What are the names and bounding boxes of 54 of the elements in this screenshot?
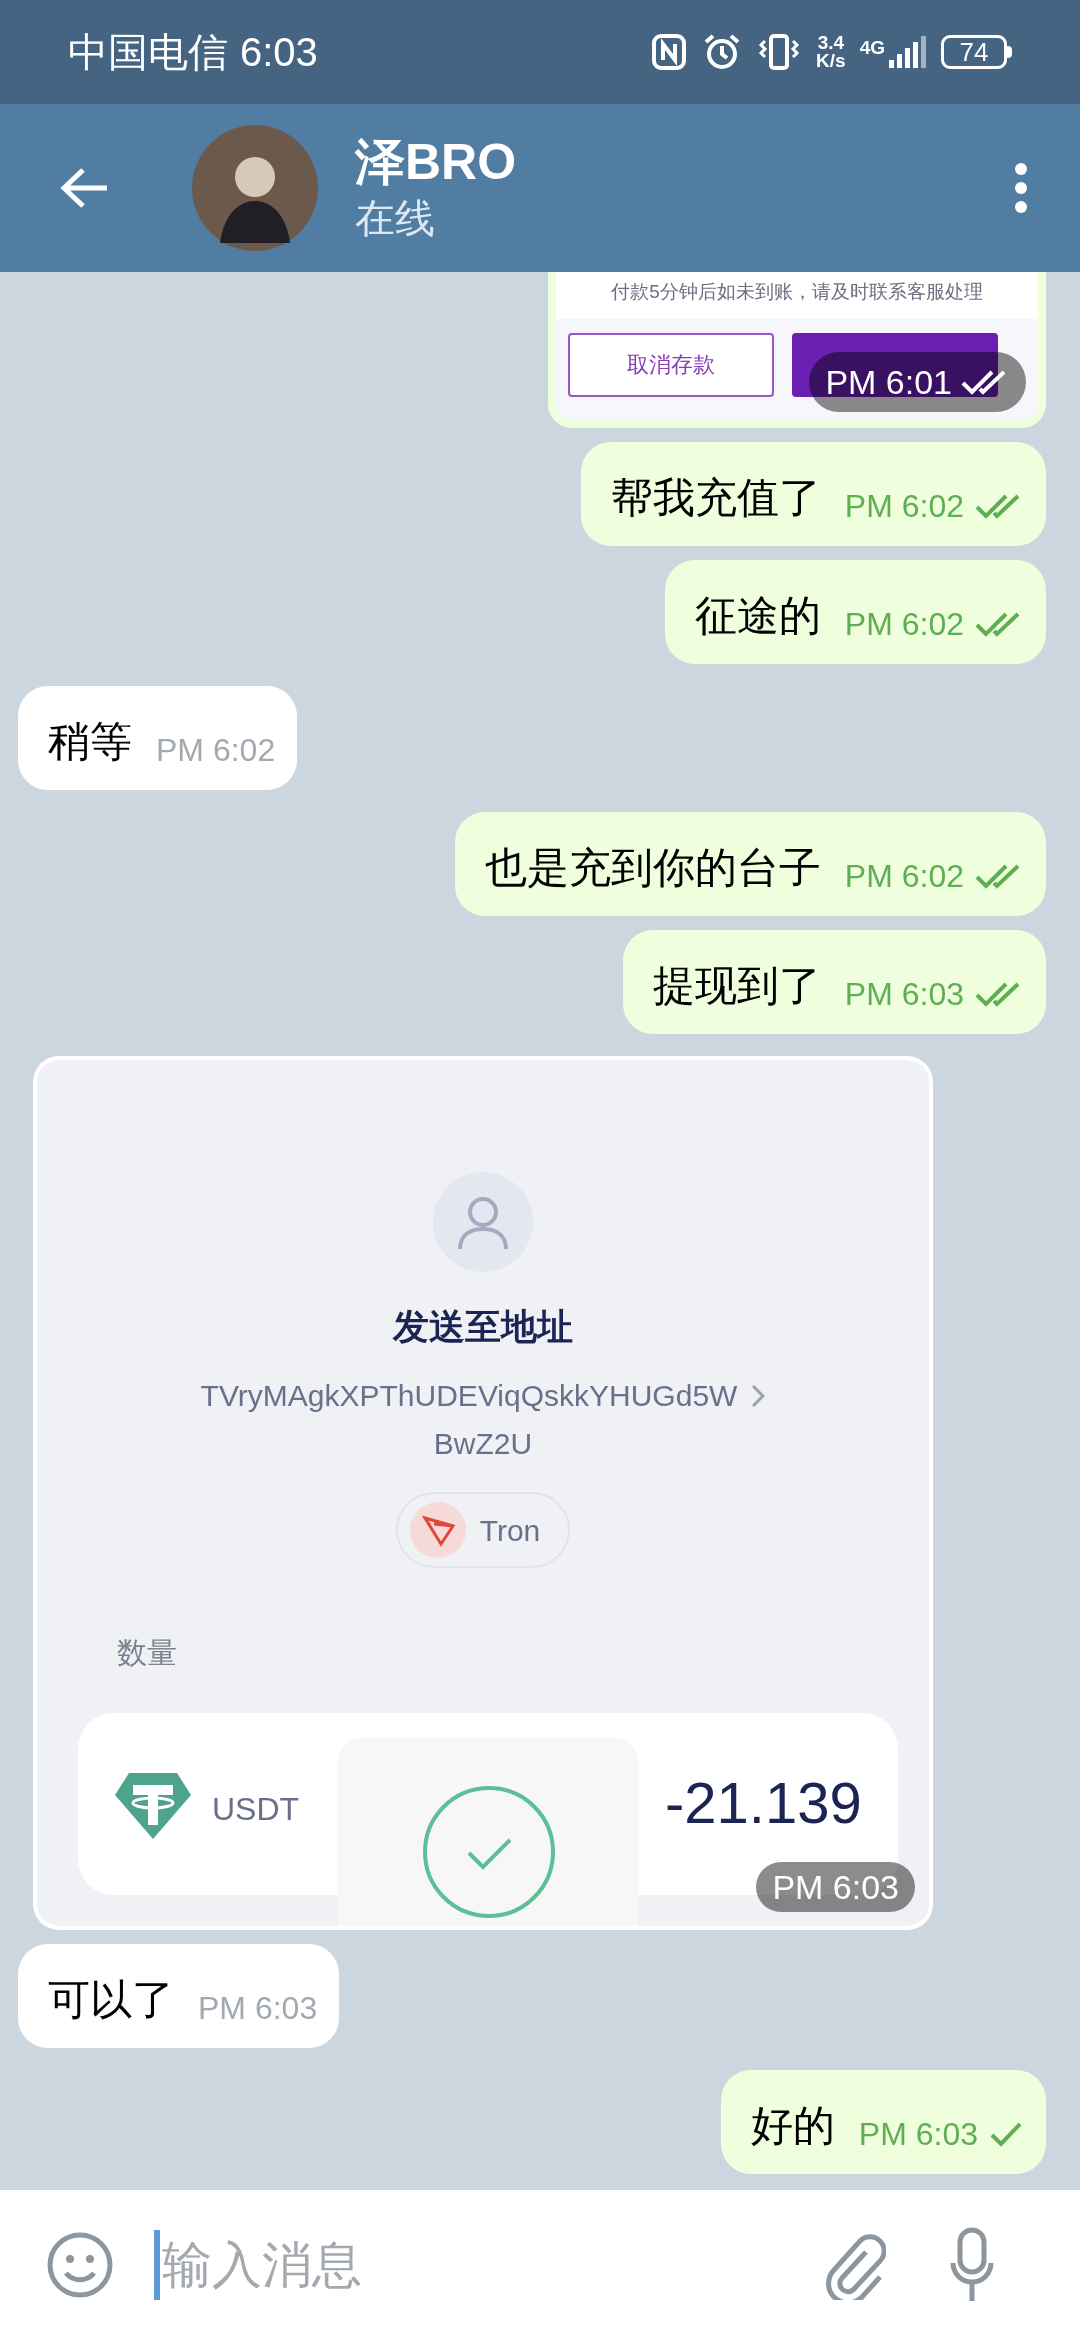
signal-icon xyxy=(887,34,927,70)
chevron-right-icon xyxy=(751,1384,766,1408)
wallet-address: TVryMAgkXPThUDEViqQskkYHUGd5W xyxy=(200,1378,738,1414)
message-time: PM 6:02 xyxy=(844,857,964,896)
message-time: PM 6:03 xyxy=(844,975,964,1014)
dialog-heading: 发送至地址 xyxy=(393,1305,573,1349)
message-time: PM 6:02 xyxy=(844,605,964,644)
message-text: 也是充到你的台子 xyxy=(484,843,821,893)
message-bubble[interactable]: 帮我充值了 PM 6:02 xyxy=(580,442,1046,546)
notice-text: 付款5分钟后如未到账，请及时联系客服处理 xyxy=(610,280,984,304)
microphone-icon[interactable] xyxy=(950,2227,994,2303)
message-bubble[interactable]: 好的 PM 6:03 xyxy=(720,2070,1046,2174)
battery-level: 74 xyxy=(959,39,989,65)
message-text: 帮我充值了 xyxy=(610,473,821,523)
tron-icon xyxy=(409,1502,466,1558)
more-icon[interactable] xyxy=(1014,162,1028,214)
message-time: PM 6:03 xyxy=(772,1866,899,1908)
message-bubble[interactable]: 征途的 PM 6:02 xyxy=(664,560,1046,664)
user-icon xyxy=(433,1172,533,1272)
emoji-icon[interactable] xyxy=(46,2231,114,2299)
cancel-button: 取消存款 xyxy=(568,332,774,397)
status-time: 6:03 xyxy=(240,29,318,76)
network-speed: 3.4 K/s xyxy=(816,34,846,70)
contact-status: 在线 xyxy=(355,195,436,242)
tether-icon xyxy=(115,1771,191,1839)
contact-name: 泽BRO xyxy=(355,133,517,192)
token-name: USDT xyxy=(212,1790,300,1829)
message-time: PM 6:02 xyxy=(156,731,276,770)
carrier-name: 中国电信 xyxy=(68,29,228,76)
avatar-icon[interactable] xyxy=(192,125,318,251)
message-time: PM 6:02 xyxy=(844,487,964,526)
message-time: PM 6:03 xyxy=(858,2115,978,2154)
message-time: PM 6:03 xyxy=(198,1989,318,2028)
network-name: Tron xyxy=(479,1512,541,1549)
wallet-address: BwZ2U xyxy=(433,1426,533,1462)
message-text: 可以了 xyxy=(48,1975,174,2025)
message-bubble[interactable]: 稍等 PM 6:02 xyxy=(18,686,298,790)
amount-label: 数量 xyxy=(117,1635,177,1671)
message-bubble[interactable]: 也是充到你的台子 PM 6:02 xyxy=(454,812,1046,916)
nfc-icon xyxy=(652,34,687,70)
message-bubble[interactable]: 提现到了 PM 6:03 xyxy=(622,930,1046,1034)
message-text: 征途的 xyxy=(694,591,821,641)
message-time: PM 6:01 xyxy=(825,361,952,403)
image-message[interactable]: 发送至地址 TVryMAgkXPThUDEViqQskkYHUGd5W BwZ2U Tron 数量 USDT -21.139 PM 6:03 xyxy=(33,1056,933,1930)
message-text: 好的 xyxy=(750,2101,835,2151)
network-type: 4G xyxy=(859,36,885,60)
message-bubble[interactable]: 可以了 PM 6:03 xyxy=(18,1944,340,2048)
message-text: 提现到了 xyxy=(652,961,821,1011)
amount-value: -21.139 xyxy=(665,1774,862,1832)
vibrate-icon xyxy=(758,33,801,71)
success-check-icon xyxy=(422,1785,556,1919)
message-input[interactable]: 输入消息 xyxy=(162,2227,782,2303)
image-message[interactable]: 付款5分钟后如未到账，请及时联系客服处理 取消存款 PM 6:01 xyxy=(548,272,1046,428)
message-text: 稍等 xyxy=(48,717,132,767)
